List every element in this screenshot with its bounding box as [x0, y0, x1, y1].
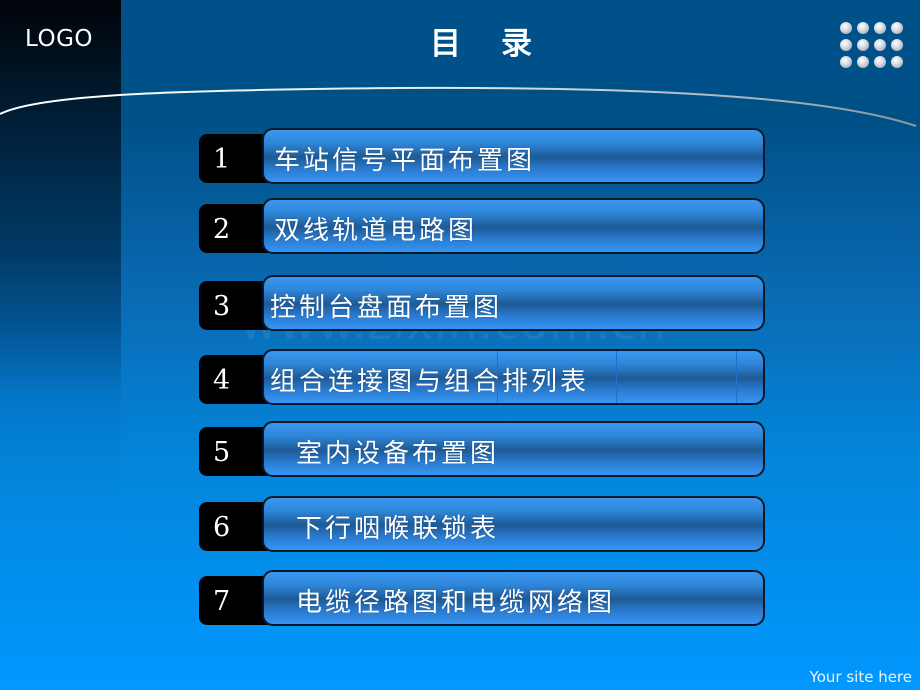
dot: [874, 56, 886, 68]
item-bar[interactable]: 下行咽喉联锁表: [262, 496, 765, 552]
item-label: 组合连接图与组合排列表: [270, 367, 590, 397]
table-divider: [616, 351, 617, 403]
item-bar[interactable]: 控制台盘面布置图: [262, 275, 765, 331]
dot: [857, 56, 869, 68]
dot: [857, 22, 869, 34]
dot: [891, 22, 903, 34]
logo: LOGO: [25, 26, 94, 52]
item-label: 室内设备布置图: [296, 439, 500, 469]
item-bar[interactable]: 组合连接图与组合排列表: [262, 349, 765, 405]
footer-site-text: Your site here: [809, 668, 912, 686]
item-number: 7: [213, 586, 231, 617]
toc-item[interactable]: 4 组合连接图与组合排列表: [199, 349, 769, 409]
toc-item[interactable]: 7 电缆径路图和电缆网络图: [199, 570, 769, 630]
item-label: 下行咽喉联锁表: [296, 514, 500, 544]
toc-item[interactable]: 5 室内设备布置图: [199, 421, 769, 481]
item-number: 3: [213, 291, 231, 322]
item-bar[interactable]: 室内设备布置图: [262, 421, 765, 477]
item-number: 2: [213, 214, 231, 245]
item-number: 1: [213, 144, 231, 175]
page-title: 目录: [430, 26, 572, 62]
left-panel: [0, 0, 121, 500]
dot: [857, 39, 869, 51]
dot: [891, 39, 903, 51]
toc-item[interactable]: 3 控制台盘面布置图: [199, 275, 769, 335]
toc-item[interactable]: 1 车站信号平面布置图: [199, 128, 769, 188]
dot: [840, 39, 852, 51]
item-label: 控制台盘面布置图: [270, 293, 503, 323]
toc-item[interactable]: 6 下行咽喉联锁表: [199, 496, 769, 556]
item-bar[interactable]: 车站信号平面布置图: [262, 128, 765, 184]
item-number: 4: [213, 365, 231, 396]
dot: [874, 39, 886, 51]
dot: [840, 22, 852, 34]
dot: [891, 56, 903, 68]
item-label: 电缆径路图和电缆网络图: [296, 588, 616, 618]
toc-item[interactable]: 2 双线轨道电路图: [199, 198, 769, 258]
item-label: 车站信号平面布置图: [274, 146, 536, 176]
item-bar[interactable]: 电缆径路图和电缆网络图: [262, 570, 765, 626]
item-number: 5: [213, 437, 231, 468]
dot: [840, 56, 852, 68]
item-label: 双线轨道电路图: [274, 216, 478, 246]
dot: [874, 22, 886, 34]
table-divider: [736, 351, 737, 403]
item-number: 6: [213, 512, 231, 543]
dots-decoration-icon: [840, 22, 906, 68]
item-bar[interactable]: 双线轨道电路图: [262, 198, 765, 254]
